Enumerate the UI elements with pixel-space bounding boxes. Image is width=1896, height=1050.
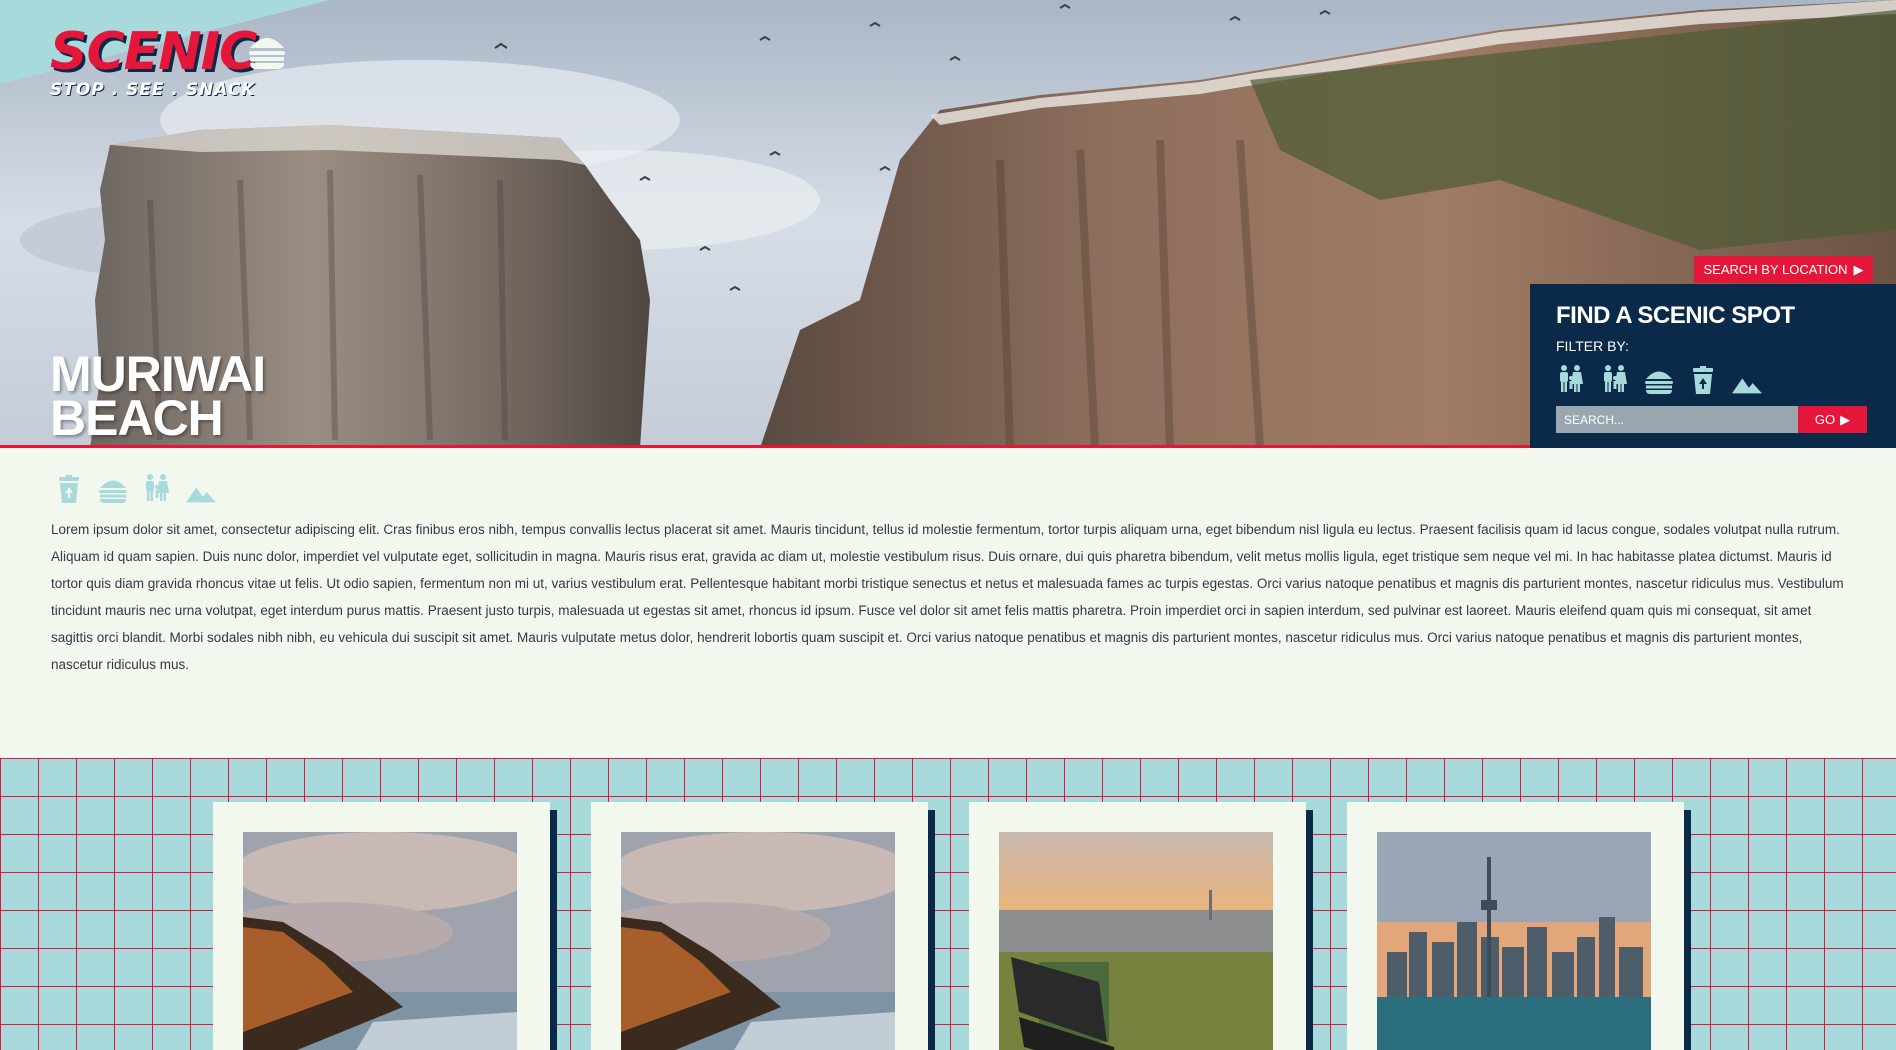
city-bench-sunset-photo: [999, 832, 1273, 1050]
spot-card[interactable]: [591, 802, 928, 1050]
logo-word: SCENIC: [50, 22, 257, 82]
coastal-cliff-photo: [621, 832, 895, 1050]
nearby-spots-section: [0, 758, 1896, 1050]
filter-mountain-icon[interactable]: [1732, 364, 1762, 394]
go-button[interactable]: GO ▶: [1798, 406, 1867, 433]
location-title: MURIWAI BEACH: [50, 349, 266, 446]
search-row: GO ▶: [1556, 406, 1870, 433]
find-spot-title: FIND A SCENIC SPOT: [1556, 302, 1795, 329]
search-by-location-label: SEARCH BY LOCATION: [1703, 262, 1848, 277]
play-arrow-icon: ▶: [1853, 261, 1864, 277]
find-spot-panel: FIND A SCENIC SPOT FILTER BY: GO ▶: [1530, 284, 1896, 448]
page: SCENIC STOP . SEE . SNACK MURIWAI BEACH …: [0, 0, 1896, 1050]
location-details: Lorem ipsum dolor sit amet, consectetur …: [0, 451, 1896, 758]
filter-family-icon[interactable]: [1600, 364, 1630, 394]
filter-burger-icon[interactable]: [1644, 364, 1674, 394]
go-label: GO: [1814, 412, 1836, 427]
burger-icon: [249, 38, 285, 69]
search-by-location-button[interactable]: SEARCH BY LOCATION ▶: [1694, 256, 1873, 283]
search-input[interactable]: [1556, 406, 1798, 433]
filter-family-icon[interactable]: [1556, 364, 1586, 394]
spot-card[interactable]: [969, 802, 1306, 1050]
filter-trash-bin-icon[interactable]: [1688, 364, 1718, 394]
amenity-icon-row: [54, 473, 216, 503]
family-icon: [142, 473, 172, 503]
site-logo[interactable]: SCENIC STOP . SEE . SNACK: [50, 22, 285, 100]
mountain-icon: [186, 473, 216, 503]
spot-card[interactable]: [1347, 802, 1684, 1050]
coastal-cliff-photo: [243, 832, 517, 1050]
trash-bin-icon: [54, 473, 84, 503]
burger-icon: [98, 473, 128, 503]
play-arrow-icon: ▶: [1840, 411, 1851, 427]
location-description: Lorem ipsum dolor sit amet, consectetur …: [51, 522, 1844, 672]
filter-icon-row: [1556, 364, 1870, 394]
logo-tagline: STOP . SEE . SNACK: [50, 80, 256, 100]
spot-card[interactable]: [213, 802, 550, 1050]
location-title-line2: BEACH: [50, 390, 224, 446]
city-skyline-tower-photo: [1377, 832, 1651, 1050]
filter-by-label: FILTER BY:: [1556, 338, 1629, 354]
